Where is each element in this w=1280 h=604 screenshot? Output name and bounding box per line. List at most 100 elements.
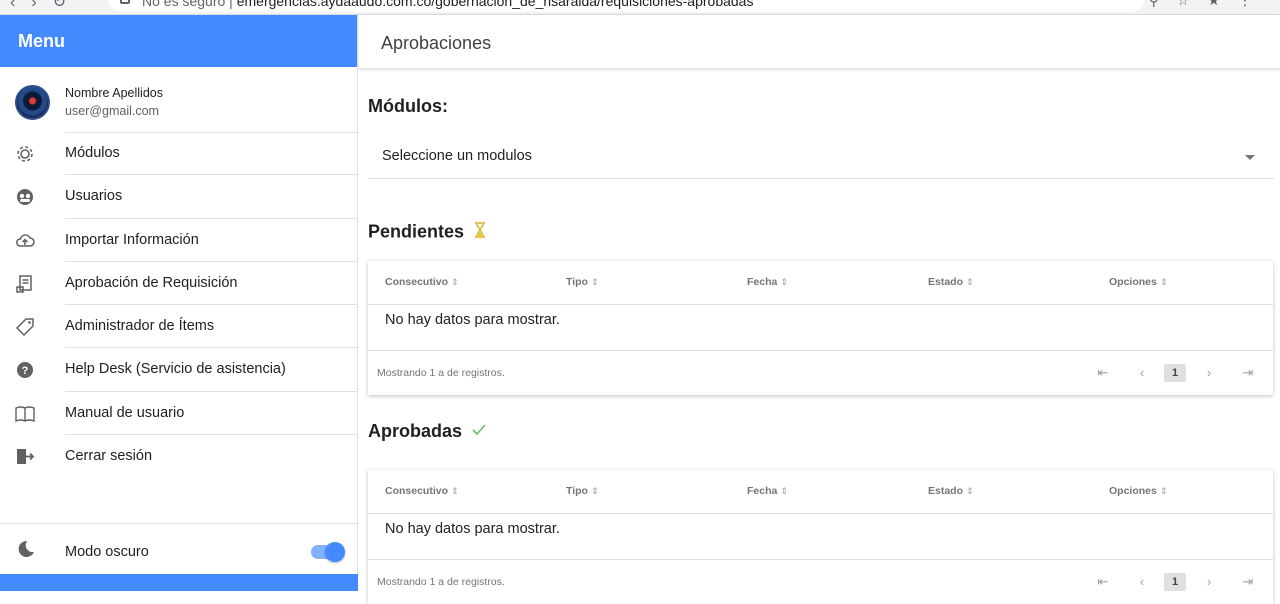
- cloud-upload-icon: [14, 230, 36, 252]
- toggle-knob: [325, 542, 345, 562]
- pending-title: Pendientes: [368, 221, 487, 244]
- sidebar-item-importar[interactable]: Importar Información: [0, 219, 358, 262]
- next-page-icon[interactable]: ›: [1199, 572, 1219, 592]
- sort-icon: ⇕: [1159, 486, 1168, 496]
- column-header-tipo[interactable]: Tipo ⇕: [566, 276, 599, 288]
- pagination: ⇤ ‹ 1 › ⇥: [1093, 363, 1253, 383]
- sort-icon: ⇕: [590, 486, 599, 496]
- approved-table: Consecutivo ⇕ Tipo ⇕ Fecha ⇕ Estado ⇕ Opcion…: [368, 470, 1273, 604]
- column-header-opciones[interactable]: Opciones ⇕: [1109, 485, 1167, 497]
- empty-message: No hay datos para mostrar.: [385, 312, 560, 328]
- sort-icon: ⇕: [780, 277, 788, 287]
- user-profile[interactable]: Nombre Apellidos user@gmail.com: [0, 81, 358, 132]
- empty-row: No hay datos para mostrar.: [368, 514, 1273, 560]
- sidebar-item-modulos[interactable]: Módulos: [0, 132, 358, 176]
- prev-page-icon[interactable]: ‹: [1132, 363, 1152, 383]
- records-info: Mostrando 1 a de registros.: [377, 576, 505, 588]
- modules-label: Módulos:: [368, 96, 448, 116]
- records-info: Mostrando 1 a de registros.: [377, 367, 505, 379]
- sidebar-item-help-desk[interactable]: ? Help Desk (Servicio de asistencia): [0, 348, 358, 392]
- browser-nav-icons[interactable]: ‹›↻: [10, 0, 82, 12]
- sort-icon: ⇕: [590, 277, 599, 287]
- users-icon: [14, 186, 36, 208]
- sidebar-item-administrador[interactable]: Administrador de Ítems: [0, 305, 358, 349]
- dark-mode-toggle[interactable]: [311, 542, 345, 562]
- column-header-opciones[interactable]: Opciones ⇕: [1109, 276, 1167, 288]
- table-footer: Mostrando 1 a de registros. ⇤ ‹ 1 › ⇥: [368, 560, 1273, 604]
- moon-icon: [14, 538, 36, 560]
- sort-icon: ⇕: [966, 486, 974, 496]
- column-header-estado[interactable]: Estado ⇕: [928, 485, 974, 497]
- browser-extension-icons[interactable]: ⚲☆★⋮: [1149, 0, 1270, 9]
- sidebar: Menu Nombre Apellidos user@gmail.com Mód…: [0, 15, 358, 591]
- address-url[interactable]: No es seguro | emergencias.aydaaudo.com.…: [142, 0, 753, 9]
- approved-title: Aprobadas: [368, 421, 487, 442]
- page-number[interactable]: 1: [1164, 364, 1186, 382]
- table-header: Consecutivo ⇕ Tipo ⇕ Fecha ⇕ Estado ⇕ Opcion…: [368, 470, 1273, 514]
- sidebar-item-label: Administrador de Ítems: [65, 318, 215, 335]
- table-footer: Mostrando 1 a de registros. ⇤ ‹ 1 › ⇥: [368, 351, 1273, 395]
- dark-mode-label: Modo oscuro: [65, 544, 149, 560]
- first-page-icon[interactable]: ⇤: [1093, 572, 1113, 592]
- prev-page-icon[interactable]: ‹: [1132, 572, 1152, 592]
- sort-icon: ⇕: [451, 486, 459, 496]
- svg-text:?: ?: [22, 365, 29, 377]
- page-number[interactable]: 1: [1164, 573, 1186, 591]
- pagination: ⇤ ‹ 1 › ⇥: [1093, 572, 1253, 592]
- pending-title-text: Pendientes: [368, 221, 465, 242]
- sort-icon: ⇕: [780, 486, 788, 496]
- sidebar-item-label: Usuarios: [65, 188, 123, 205]
- receipt-icon: [14, 273, 36, 295]
- book-icon: [14, 403, 36, 425]
- sidebar-item-usuarios[interactable]: Usuarios: [0, 175, 358, 219]
- sidebar-item-label: Importar Información: [65, 231, 199, 248]
- sidebar-item-label: Cerrar sesión: [65, 448, 153, 465]
- dark-mode-row: Modo oscuro: [0, 523, 358, 574]
- browser-toolbar: ‹›↻ No es seguro | emergencias.aydaaudo.…: [0, 0, 1280, 15]
- sort-icon: ⇕: [451, 277, 459, 287]
- table-header: Consecutivo ⇕ Tipo ⇕ Fecha ⇕ Estado ⇕ Opcion…: [368, 261, 1273, 305]
- select-value: Seleccione un modulos: [382, 148, 532, 164]
- empty-message: No hay datos para mostrar.: [385, 521, 560, 537]
- approved-title-text: Aprobadas: [368, 421, 463, 441]
- sidebar-menu: Módulos Usuarios Importar Información Ap…: [0, 132, 358, 478]
- empty-row: No hay datos para mostrar.: [368, 305, 1273, 351]
- user-name: Nombre Apellidos: [65, 86, 163, 100]
- check-icon: [471, 423, 487, 442]
- first-page-icon[interactable]: ⇤: [1093, 363, 1113, 383]
- logout-icon: [14, 446, 36, 468]
- sort-icon: ⇕: [966, 277, 974, 287]
- top-app-bar: Aprobaciones: [359, 15, 1280, 69]
- lock-icon: [120, 0, 130, 4]
- sidebar-item-manual[interactable]: Manual de usuario: [0, 392, 358, 436]
- column-header-fecha[interactable]: Fecha ⇕: [747, 276, 788, 288]
- column-header-estado[interactable]: Estado ⇕: [928, 276, 974, 288]
- tag-icon: [14, 316, 36, 338]
- last-page-icon[interactable]: ⇥: [1238, 363, 1258, 383]
- column-header-fecha[interactable]: Fecha ⇕: [747, 485, 788, 497]
- next-page-icon[interactable]: ›: [1199, 363, 1219, 383]
- last-page-icon[interactable]: ⇥: [1238, 572, 1258, 592]
- sidebar-item-label: Manual de usuario: [65, 404, 185, 421]
- sidebar-footer: [0, 574, 358, 591]
- sidebar-item-label: Help Desk (Servicio de asistencia): [65, 361, 286, 378]
- help-icon: ?: [14, 359, 36, 381]
- user-email: user@gmail.com: [65, 104, 159, 118]
- pending-table: Consecutivo ⇕ Tipo ⇕ Fecha ⇕ Estado ⇕ Opcion…: [368, 261, 1273, 395]
- sidebar-item-label: Aprobación de Requisición: [65, 274, 238, 291]
- sidebar-item-logout[interactable]: Cerrar sesión: [0, 435, 358, 478]
- gear-icon: [14, 143, 36, 165]
- modules-select[interactable]: Seleccione un modulos: [368, 136, 1274, 179]
- sidebar-item-aprobacion[interactable]: Aprobación de Requisición: [0, 262, 358, 306]
- sidebar-title: Menu: [0, 15, 357, 67]
- sidebar-item-label: Módulos: [65, 145, 120, 161]
- sort-icon: ⇕: [1159, 277, 1168, 287]
- avatar: [15, 85, 50, 120]
- main-content: Aprobaciones Módulos: Seleccione un modu…: [359, 15, 1280, 604]
- column-header-consecutivo[interactable]: Consecutivo ⇕: [385, 485, 459, 497]
- page-title: Aprobaciones: [381, 33, 492, 53]
- column-header-consecutivo[interactable]: Consecutivo ⇕: [385, 276, 459, 288]
- chevron-down-icon: [1245, 155, 1255, 160]
- hourglass-icon: [473, 221, 487, 244]
- column-header-tipo[interactable]: Tipo ⇕: [566, 485, 599, 497]
